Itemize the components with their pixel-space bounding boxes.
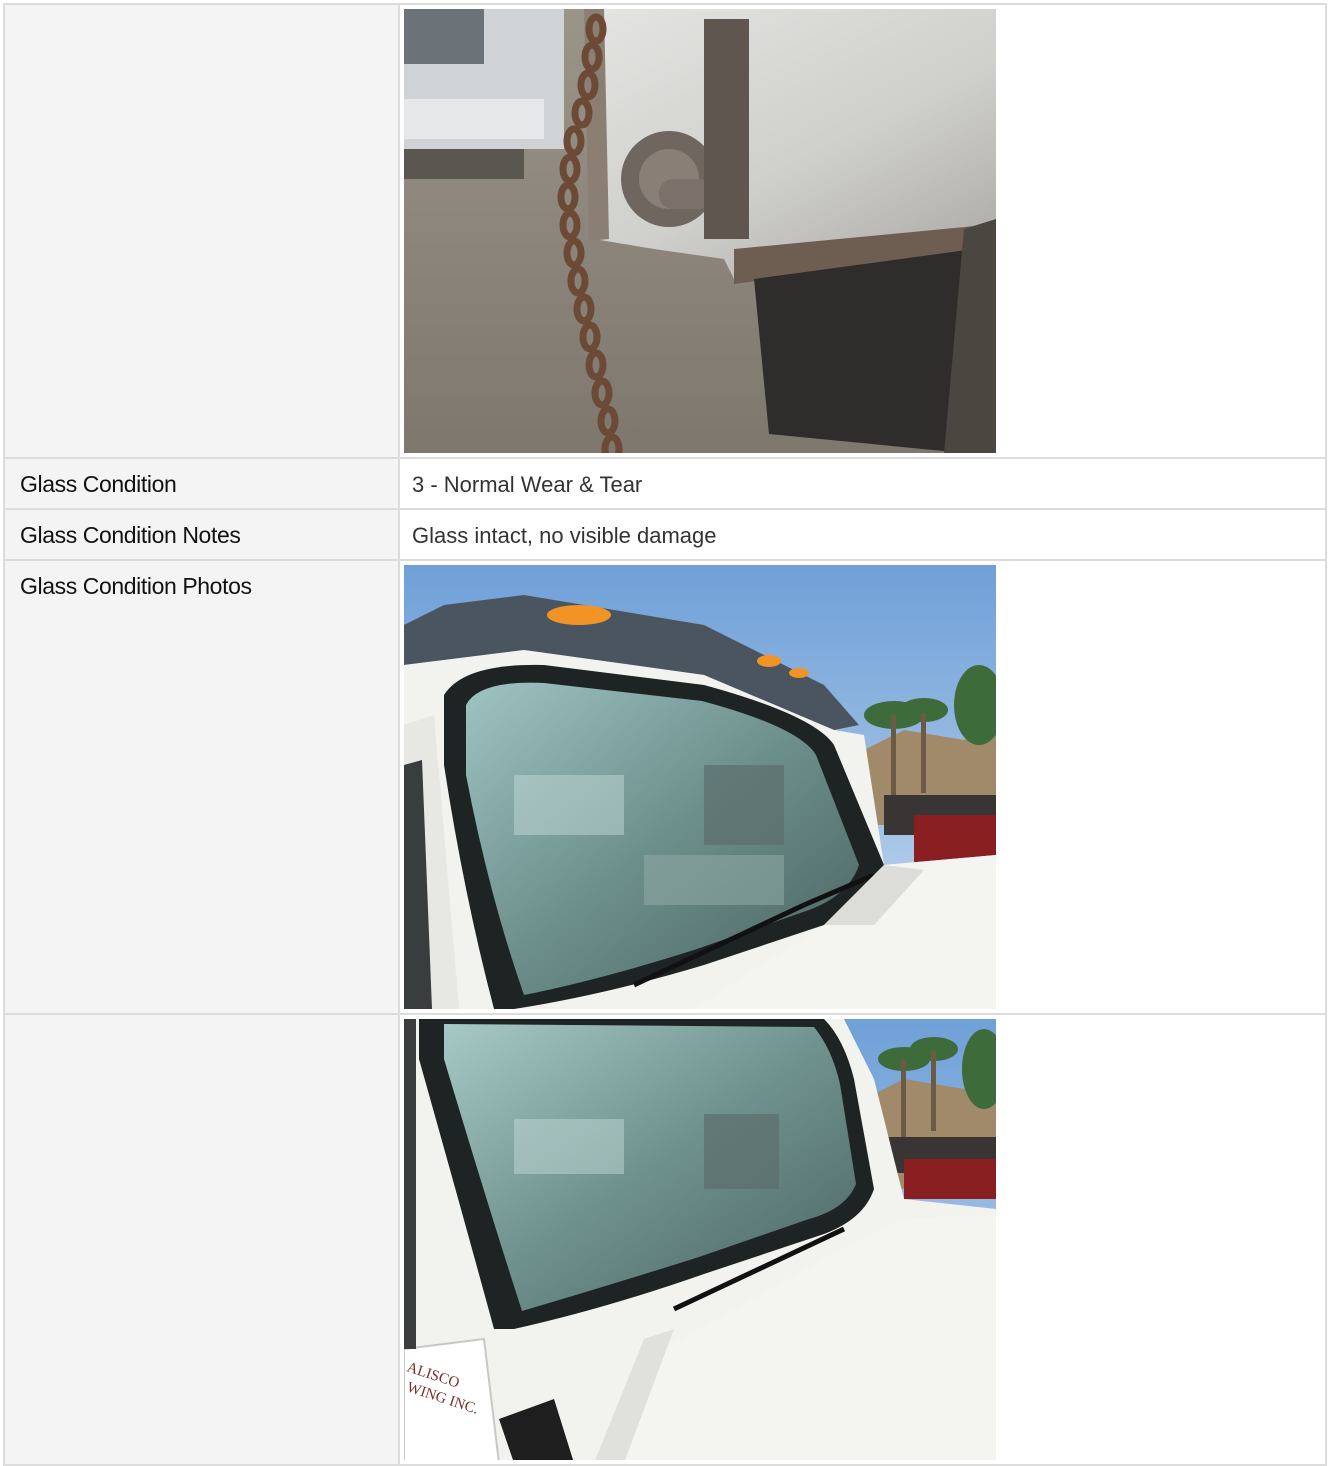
table-row: Glass Condition 3 - Normal Wear & Tear (3, 457, 1327, 510)
row-label-empty (3, 1013, 400, 1466)
row-label-empty (3, 3, 400, 459)
glass-condition-label: Glass Condition (3, 457, 400, 510)
photo-cell: ALISCO WING INC. (398, 1013, 1327, 1466)
inspection-table: Glass Condition 3 - Normal Wear & Tear G… (3, 3, 1327, 1466)
table-row: ALISCO WING INC. (3, 1013, 1327, 1466)
photo-cell (398, 559, 1327, 1015)
table-row (3, 3, 1327, 459)
glass-condition-photos-label: Glass Condition Photos (3, 559, 400, 1015)
windshield-photo-2[interactable]: ALISCO WING INC. (404, 1019, 996, 1460)
table-row: Glass Condition Notes Glass intact, no v… (3, 508, 1327, 561)
photo-cell (398, 3, 1327, 459)
windshield-photo-1[interactable] (404, 565, 996, 1009)
glass-condition-notes-value: Glass intact, no visible damage (398, 508, 1327, 561)
glass-condition-notes-label: Glass Condition Notes (3, 508, 400, 561)
tailgate-chain-photo[interactable] (404, 9, 996, 453)
table-row: Glass Condition Photos (3, 559, 1327, 1015)
glass-condition-value: 3 - Normal Wear & Tear (398, 457, 1327, 510)
